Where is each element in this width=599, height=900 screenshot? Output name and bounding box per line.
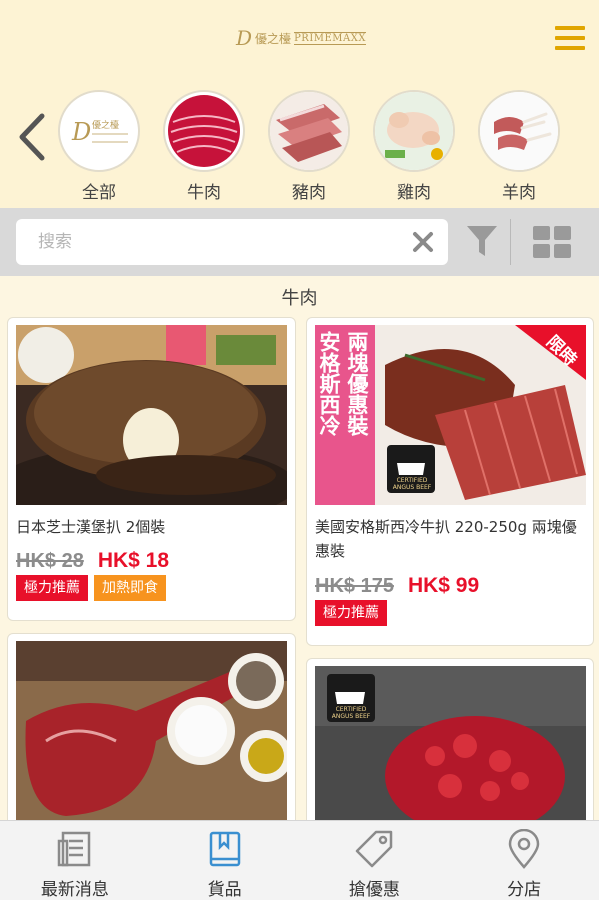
original-price: HK$ 175 — [315, 575, 394, 597]
tag-recommended: 極力推薦 — [315, 600, 387, 626]
product-tags: 極力推薦 加熱即食 — [16, 575, 166, 601]
product-image-minced-beef: CERTIFIED ANGUS BEEF — [315, 666, 586, 832]
clear-icon[interactable] — [412, 231, 434, 253]
product-prices: HK$ 28 HK$ 18 — [16, 549, 169, 573]
product-name: 日本芝士漢堡扒 2個裝 — [16, 518, 166, 536]
sale-price: HK$ 99 — [407, 574, 480, 597]
hamburger-menu-icon[interactable] — [555, 26, 587, 54]
category-label: 全部 — [82, 183, 116, 203]
category-label: 牛肉 — [187, 183, 221, 203]
lamb-rack-icon — [478, 90, 560, 172]
tag-icon — [356, 830, 393, 868]
nav-stores[interactable]: 分店 — [449, 821, 599, 900]
news-icon — [57, 831, 91, 867]
chicken-icon — [373, 90, 455, 172]
pork-icon — [268, 90, 350, 172]
category-label: 雞肉 — [397, 183, 431, 203]
banner-line-2: 兩塊優惠裝 — [345, 331, 369, 436]
svg-text:D: D — [71, 118, 91, 146]
toolbar-divider — [510, 219, 511, 265]
nav-label: 分店 — [507, 880, 542, 900]
app-header: D 優之檯 PRIMEMAXX — [0, 0, 599, 82]
nav-label: 貨品 — [207, 880, 242, 900]
banner-line-1: 安格斯西冷 — [317, 331, 341, 436]
product-prices: HK$ 175 HK$ 99 — [315, 574, 479, 598]
nav-products[interactable]: 貨品 — [150, 821, 300, 900]
search-field-container — [16, 219, 448, 265]
chevron-left-icon[interactable] — [14, 112, 48, 162]
location-pin-icon — [508, 829, 540, 869]
section-title: 牛肉 — [281, 288, 318, 309]
grid-view-icon[interactable] — [533, 226, 571, 258]
category-chicken[interactable]: 雞肉 — [369, 90, 459, 203]
brand-logo: D 優之檯 PRIMEMAXX — [236, 26, 367, 50]
nav-label: 最新消息 — [40, 880, 109, 900]
product-image-sirloin: 安格斯西冷 兩塊優惠裝 限時 CERTIFIED ANGUS BEEF — [315, 325, 586, 505]
logo-english-name: PRIMEMAXX — [294, 31, 367, 45]
certified-angus-badge: CERTIFIED ANGUS BEEF — [392, 477, 432, 491]
logo-chinese-name: 優之檯 — [255, 31, 292, 46]
promo-banner-text: 安格斯西冷 兩塊優惠裝 — [317, 331, 371, 436]
category-beef[interactable]: 牛肉 — [159, 90, 249, 203]
filter-icon[interactable] — [466, 224, 498, 258]
sale-price: HK$ 18 — [97, 549, 170, 572]
search-input[interactable] — [16, 219, 396, 265]
nav-news[interactable]: 最新消息 — [0, 821, 150, 900]
product-image-tomahawk — [16, 641, 287, 821]
category-all[interactable]: D 優之檯 全部 — [54, 90, 144, 203]
product-image-hamburg — [16, 325, 287, 505]
original-price: HK$ 28 — [16, 550, 84, 572]
category-label: 豬肉 — [292, 183, 326, 203]
product-card[interactable]: 安格斯西冷 兩塊優惠裝 限時 CERTIFIED ANGUS BEEF 美國安格… — [306, 317, 594, 646]
category-label: 羊肉 — [502, 183, 536, 203]
brand-logo-icon: D 優之檯 — [58, 90, 140, 172]
certified-angus-badge: CERTIFIED ANGUS BEEF — [331, 706, 371, 720]
product-card[interactable]: 日本芝士漢堡扒 2個裝 HK$ 28 HK$ 18 極力推薦 加熱即食 — [7, 317, 296, 621]
product-card[interactable]: CERTIFIED ANGUS BEEF — [306, 658, 594, 833]
nav-label: 搶優惠 — [348, 880, 400, 900]
svg-text:優之檯: 優之檯 — [92, 119, 119, 131]
bottom-navigation: 最新消息 貨品 搶優惠 分店 — [0, 820, 599, 900]
tag-ready-to-eat: 加熱即食 — [94, 575, 166, 601]
category-lamb[interactable]: 羊肉 — [474, 90, 564, 203]
tag-recommended: 極力推薦 — [16, 575, 88, 601]
book-icon — [209, 831, 240, 867]
product-name: 美國安格斯西冷牛扒 220-250g 兩塊優惠裝 — [315, 518, 577, 560]
category-bar: D 優之檯 全部 牛肉 豬肉 雞肉 羊肉 — [0, 82, 599, 208]
beef-slices-icon — [163, 90, 245, 172]
category-pork[interactable]: 豬肉 — [264, 90, 354, 203]
product-tags: 極力推薦 — [315, 600, 387, 626]
logo-mark: D — [236, 26, 253, 50]
product-card[interactable] — [7, 633, 296, 833]
nav-deals[interactable]: 搶優惠 — [300, 821, 450, 900]
